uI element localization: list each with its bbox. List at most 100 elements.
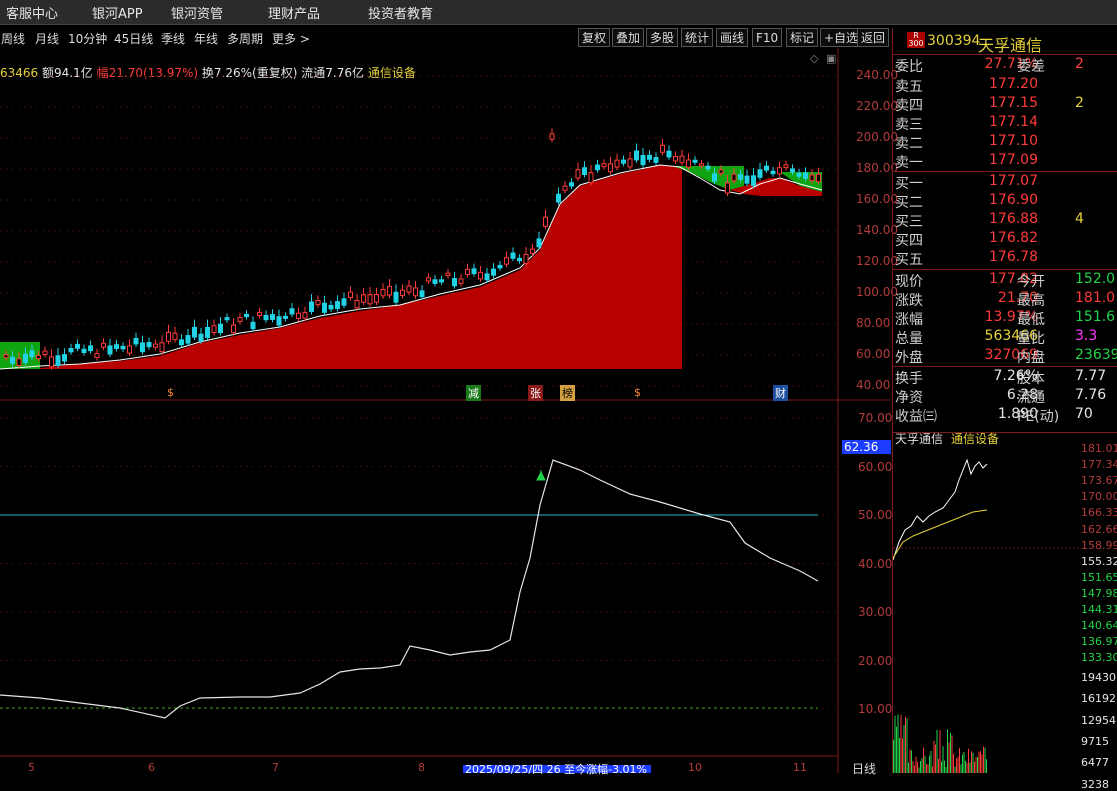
candle [692,159,698,163]
stat-row-2-label2: 最低 [1017,312,1045,328]
stock-badge-bottom: 300 [908,39,924,48]
mini-volume-bar [947,729,948,773]
weibi-row-label: 委比 [895,59,923,75]
mini-volume-bar [960,764,962,773]
mini-volume-bar [915,756,917,773]
candle [634,150,639,161]
candle [484,273,490,281]
stat-row-2: 涨幅 13.97% 最低 151.6 [895,309,1117,328]
candle [562,185,568,191]
mini-volume-bar [926,764,927,773]
bid-row-4-label: 买四 [895,233,923,249]
candle [29,350,35,358]
stat-row-2-label: 涨幅 [895,312,923,328]
mini-volume-bar [939,730,941,773]
stat-row-4-value2: 23639 [1075,347,1117,363]
stat2-row-1: 净资 6.28 流通 7.76 [895,387,1117,406]
marker-list[interactable]: 榜 [560,385,575,401]
candle [374,294,379,303]
candle [705,165,711,170]
mini-price-tick: 181.01 [1081,442,1117,455]
marker-reduce[interactable]: 减 [466,385,481,401]
candle [419,290,425,298]
indicator-tick: 10.00 [858,702,893,716]
mini-volume-tick: 9715 [1081,734,1109,748]
mini-volume-tick: 16192 [1081,692,1116,706]
stock-code: 300394 [927,33,981,49]
mini-volume-bar [980,751,981,773]
candle [614,159,620,168]
marker-dividend-1[interactable]: $ [165,386,176,399]
candle [16,358,22,366]
candle [166,331,171,342]
candle [445,272,451,276]
mini-price-tick: 140.64 [1081,619,1117,633]
mini-volume-bar [930,750,932,773]
ask-row-4-value: 177.15 [989,95,1038,111]
candle [68,347,74,353]
candle [224,317,230,321]
candle [718,169,724,174]
main-chart-canvas[interactable] [0,0,890,773]
sep [893,366,1117,367]
mini-volume-bar [914,765,915,773]
mini-volume-bar [942,746,944,773]
sep [893,54,1117,55]
candle [263,314,269,321]
candle [458,278,464,284]
mini-price-line [893,458,988,561]
period-label[interactable]: 日线 [852,760,876,777]
stat-row-1-value2: 181.0 [1075,290,1116,306]
candle [809,174,815,182]
candle [627,158,633,168]
candle [432,279,438,284]
mini-volume-bar [962,754,963,773]
candle [237,317,243,322]
mini-volume-bar [912,761,914,773]
stat2-row-1-label2: 流通 [1017,390,1045,406]
candle [757,169,763,178]
mini-volume-bar [906,718,908,773]
intraday-mini-chart[interactable] [893,440,1079,773]
weibi-row-value2: 2 [1075,56,1084,72]
mini-volume-bar [951,735,953,773]
stat2-row-0-label: 换手 [895,371,923,387]
mini-price-tick: 133.30 [1081,651,1117,665]
weibi-row: 委比 27.71% 委差 2 [895,56,1117,75]
mini-volume-bar [965,760,966,773]
candle [543,216,548,227]
candle [361,294,366,303]
candle [133,337,139,345]
indicator-tick: 70.00 [858,411,893,425]
candle [88,345,93,352]
candle [114,344,119,350]
ask-row-1-value: 177.09 [989,152,1038,168]
stat2-row-0: 换手 7.26% 股本 7.77 [895,368,1117,387]
candle [536,238,542,248]
mini-volume-bar [896,726,897,773]
bid-row-1: 买一 177.07 [895,173,1117,192]
mini-volume-bar [941,761,942,773]
candle [231,324,236,334]
candle [257,311,262,317]
stat-row-1-label2: 最高 [1017,293,1045,309]
marker-limit-up[interactable]: 张 [528,385,543,401]
bid-row-4: 买四 176.82 [895,230,1117,249]
candle [205,326,210,338]
mini-volume-bar [923,747,924,773]
buy-arrow-icon [536,470,546,481]
mini-volume-bar [978,751,980,773]
stat-row-0-label2: 今开 [1017,274,1045,290]
marker-finance[interactable]: 财 [773,385,788,401]
mini-volume-bar [893,739,894,773]
mini-volume-bar [920,761,921,773]
candle [549,133,555,140]
candle [601,163,607,168]
mini-volume-bar [924,755,926,773]
bid-row-1-label: 买一 [895,176,923,192]
ask-row-5: 卖五 177.20 [895,76,1117,95]
candle [302,312,308,319]
marker-dividend-2[interactable]: $ [632,386,643,399]
mini-volume-bar [986,759,987,773]
candle [699,163,704,167]
